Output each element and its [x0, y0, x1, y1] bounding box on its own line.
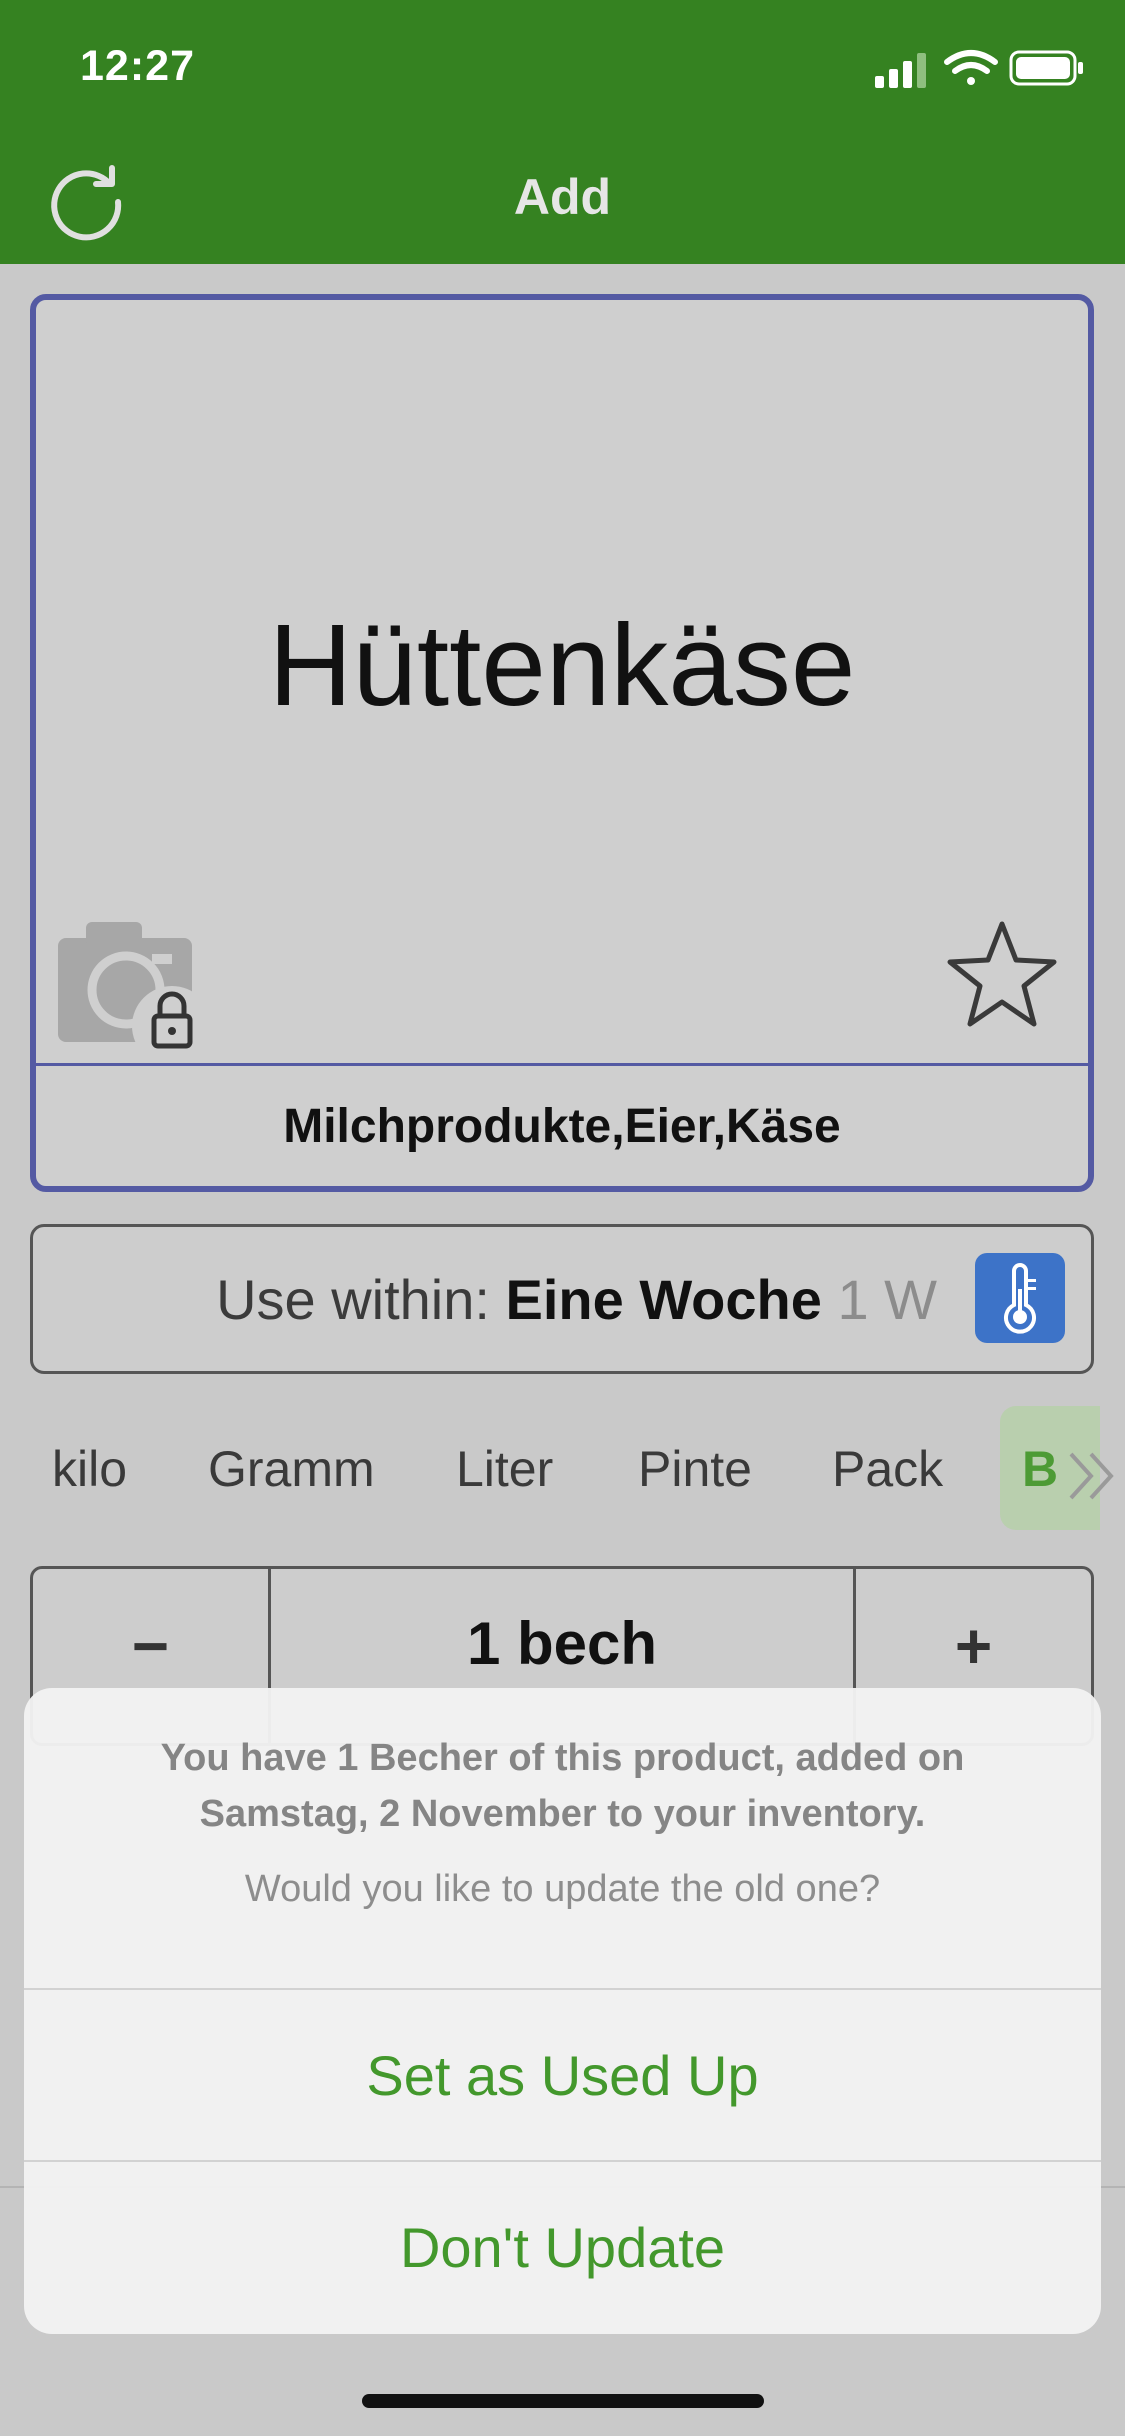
thermometer-icon	[1004, 1263, 1036, 1334]
use-within-value: Eine Woche	[505, 1268, 822, 1331]
unit-option[interactable]: Liter	[456, 1440, 553, 1498]
chevron-right-icon[interactable]	[1061, 1444, 1125, 1508]
status-icons	[875, 50, 1083, 88]
unit-option[interactable]: kilo	[52, 1440, 127, 1498]
quantity-value[interactable]: 1 bech	[271, 1609, 853, 1678]
sheet-question: Would you like to update the old one?	[244, 1868, 881, 1910]
action-sheet: You have 1 Becher of this product, added…	[24, 1688, 1101, 2334]
favorite-star-icon[interactable]	[946, 920, 1058, 1028]
unit-option[interactable]: Pack	[832, 1440, 943, 1498]
use-within-label: Use within:	[216, 1268, 490, 1331]
product-name[interactable]: Hüttenkäse	[36, 598, 1088, 732]
set-used-up-button[interactable]: Set as Used Up	[24, 1990, 1101, 2160]
status-time: 12:27	[80, 42, 195, 90]
use-within-field[interactable]: Use within: Eine Woche 1 W	[30, 1224, 1094, 1374]
thermometer-button[interactable]	[975, 1253, 1065, 1343]
unit-option[interactable]: Gramm	[208, 1440, 375, 1498]
unit-option[interactable]: Pinte	[638, 1440, 752, 1498]
product-card[interactable]: Hüttenkäse Milchprodukte,Eier,Käse	[30, 294, 1094, 1192]
battery-icon	[1009, 50, 1083, 86]
wifi-icon	[944, 50, 998, 85]
sheet-message: You have 1 Becher of this product, added…	[160, 1737, 965, 1835]
camera-lock-icon[interactable]	[56, 920, 226, 1060]
unit-selector[interactable]: kilo Gramm Liter Pinte Pack B	[0, 1406, 1125, 1530]
category-label[interactable]: Milchprodukte,Eier,Käse	[36, 1063, 1088, 1186]
home-indicator[interactable]	[362, 2394, 764, 2408]
unit-option-label: B	[1022, 1441, 1059, 1497]
use-within-short: 1 W	[837, 1268, 937, 1331]
use-within-text: Use within: Eine Woche 1 W	[216, 1267, 937, 1332]
signal-icon	[875, 53, 926, 88]
nav-title: Add	[513, 169, 612, 225]
dont-update-button[interactable]: Don't Update	[24, 2162, 1101, 2332]
top-bar: 12:27 Add	[0, 0, 1125, 264]
